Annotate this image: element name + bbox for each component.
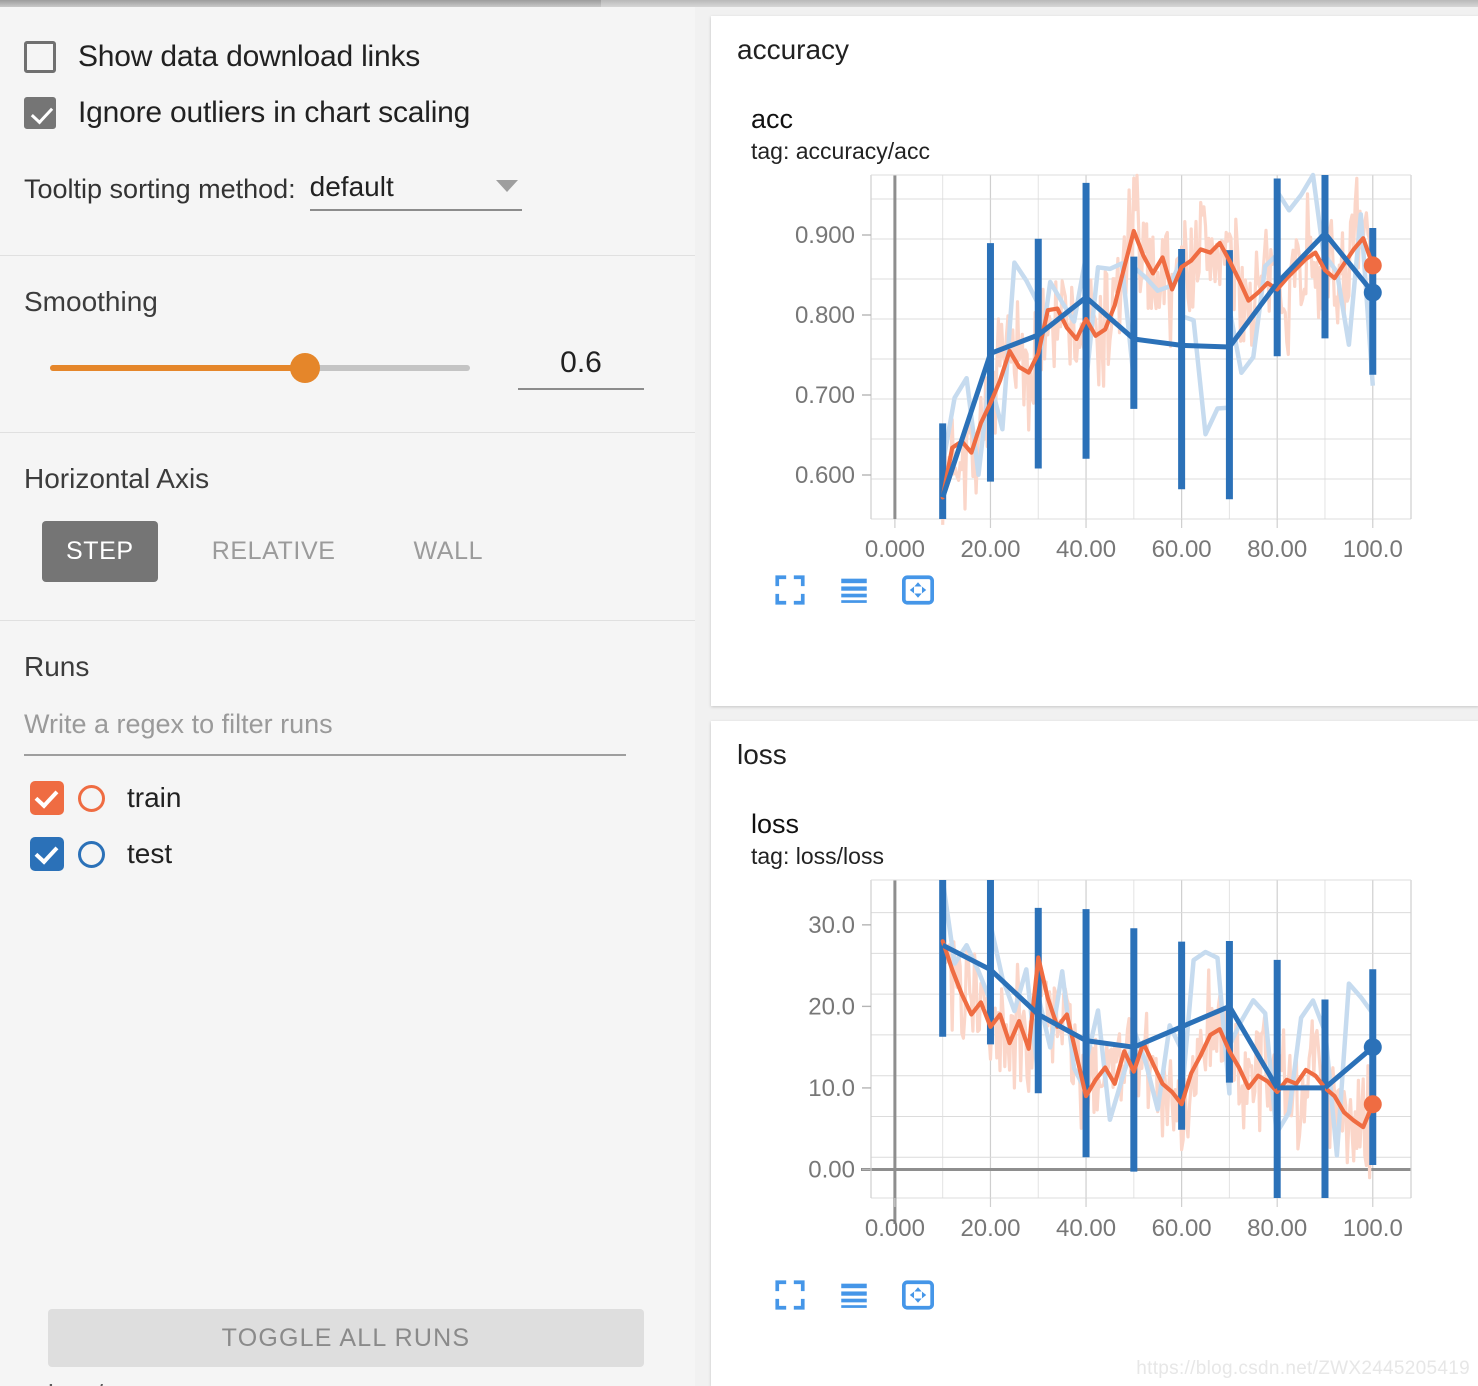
- card-body-loss: loss tag: loss/loss 0.000 20.00 40.00 60.00…: [711, 789, 1478, 1386]
- runs-title: Runs: [24, 651, 90, 682]
- svg-text:30.0: 30.0: [808, 912, 855, 939]
- run-checkbox-test[interactable]: [30, 837, 64, 871]
- smoothing-slider-row: 0.6: [0, 346, 695, 390]
- svg-text:20.0: 20.0: [808, 993, 855, 1020]
- run-checkbox-train[interactable]: [30, 781, 64, 815]
- horizontal-axis-title: Horizontal Axis: [24, 463, 210, 494]
- run-label-test: test: [127, 838, 173, 869]
- svg-text:0.800: 0.800: [795, 302, 855, 329]
- svg-text:0.000: 0.000: [865, 1215, 925, 1242]
- chart-plot-acc[interactable]: 0.000 20.00 40.00 60.00 80.00 100.0 0.600 0.700…: [711, 165, 1478, 565]
- svg-text:10.0: 10.0: [808, 1075, 855, 1102]
- chart-title-acc: acc: [751, 104, 794, 134]
- svg-text:60.00: 60.00: [1152, 1215, 1212, 1242]
- svg-text:0.600: 0.600: [795, 462, 855, 489]
- smoothing-slider-fill: [50, 365, 306, 371]
- svg-text:60.00: 60.00: [1152, 536, 1212, 563]
- svg-text:0.900: 0.900: [795, 222, 855, 249]
- svg-text:80.00: 80.00: [1247, 1215, 1307, 1242]
- smoothing-title: Smoothing: [24, 286, 158, 317]
- card-accuracy: accuracy acc tag: accuracy/acc 0.000 20.0…: [711, 16, 1478, 706]
- logdir-label: logs/: [48, 1379, 103, 1386]
- svg-text:80.00: 80.00: [1247, 536, 1307, 563]
- svg-text:40.00: 40.00: [1056, 536, 1116, 563]
- run-label-train: train: [127, 782, 182, 813]
- run-color-swatch-test: [78, 840, 105, 868]
- window-top-strip: [0, 0, 1478, 7]
- ignore-outliers-checkbox[interactable]: [24, 97, 56, 129]
- chart-tag-loss: tag: loss/loss: [751, 843, 884, 870]
- axis-button-step[interactable]: STEP: [42, 521, 158, 582]
- svg-text:100.0: 100.0: [1343, 1215, 1403, 1242]
- smoothing-value-field[interactable]: 0.6: [518, 346, 644, 390]
- show-data-download-links-checkbox[interactable]: [24, 41, 56, 73]
- fullscreen-icon[interactable]: [773, 573, 807, 612]
- window-top-strip-left: [0, 0, 601, 7]
- card-header-loss[interactable]: loss: [711, 721, 1478, 789]
- svg-text:0.000: 0.000: [865, 536, 925, 563]
- runs-filter-input[interactable]: [24, 705, 626, 756]
- settings-sidebar: Show data download links Ignore outliers…: [0, 7, 695, 1386]
- watermark: https://blog.csdn.net/ZWX2445205419: [1136, 1358, 1470, 1379]
- chevron-down-icon: [495, 179, 518, 192]
- smoothing-value: 0.6: [560, 346, 602, 379]
- run-row-test[interactable]: test: [0, 826, 695, 882]
- data-series-icon[interactable]: [837, 573, 871, 612]
- data-series-icon[interactable]: [837, 1278, 871, 1317]
- tooltip-sorting-label: Tooltip sorting method:: [24, 174, 296, 204]
- chart-tools-acc: [711, 565, 1478, 630]
- run-row-train[interactable]: train: [0, 770, 695, 826]
- tooltip-sorting-value: default: [309, 171, 394, 202]
- card-loss: loss loss tag: loss/loss 0.000 20.00 40.00…: [711, 721, 1478, 1386]
- divider-3: [0, 620, 695, 621]
- chart-tag-acc: tag: accuracy/acc: [751, 138, 930, 165]
- ignore-outliers-label: Ignore outliers in chart scaling: [78, 96, 471, 129]
- checkbox-row-ignore-outliers[interactable]: Ignore outliers in chart scaling: [0, 85, 695, 141]
- svg-text:0.00: 0.00: [808, 1157, 855, 1184]
- svg-text:40.00: 40.00: [1056, 1215, 1116, 1242]
- card-header-accuracy[interactable]: accuracy: [711, 16, 1478, 84]
- svg-text:0.700: 0.700: [795, 382, 855, 409]
- checkbox-row-show-data-download-links[interactable]: Show data download links: [0, 29, 695, 85]
- pan-reset-icon[interactable]: [901, 573, 935, 612]
- pan-reset-icon[interactable]: [901, 1278, 935, 1317]
- axis-button-relative[interactable]: RELATIVE: [188, 521, 360, 582]
- svg-text:100.0: 100.0: [1343, 536, 1403, 563]
- smoothing-slider[interactable]: [50, 353, 470, 383]
- chart-plot-loss[interactable]: 0.000 20.00 40.00 60.00 80.00 100.0 0.00 10.0 20…: [711, 870, 1478, 1270]
- smoothing-slider-thumb[interactable]: [290, 353, 320, 383]
- divider-2: [0, 432, 695, 433]
- toggle-all-runs-button[interactable]: TOGGLE ALL RUNS: [48, 1309, 644, 1367]
- tooltip-sorting-select[interactable]: default: [309, 171, 522, 211]
- svg-text:20.00: 20.00: [960, 536, 1020, 563]
- run-color-swatch-train: [78, 784, 105, 812]
- axis-button-wall[interactable]: WALL: [390, 521, 508, 582]
- charts-pane: accuracy acc tag: accuracy/acc 0.000 20.0…: [695, 7, 1478, 1386]
- show-data-download-links-label: Show data download links: [78, 40, 421, 73]
- horizontal-axis-buttons: STEP RELATIVE WALL: [0, 521, 695, 582]
- chart-tools-loss: [711, 1270, 1478, 1335]
- fullscreen-icon[interactable]: [773, 1278, 807, 1317]
- card-body-accuracy: acc tag: accuracy/acc 0.000 20.00 40.00 60.…: [711, 84, 1478, 706]
- svg-text:20.00: 20.00: [960, 1215, 1020, 1242]
- divider-1: [0, 255, 695, 256]
- tooltip-sorting-row: Tooltip sorting method: default: [0, 171, 695, 211]
- chart-title-loss: loss: [751, 809, 800, 839]
